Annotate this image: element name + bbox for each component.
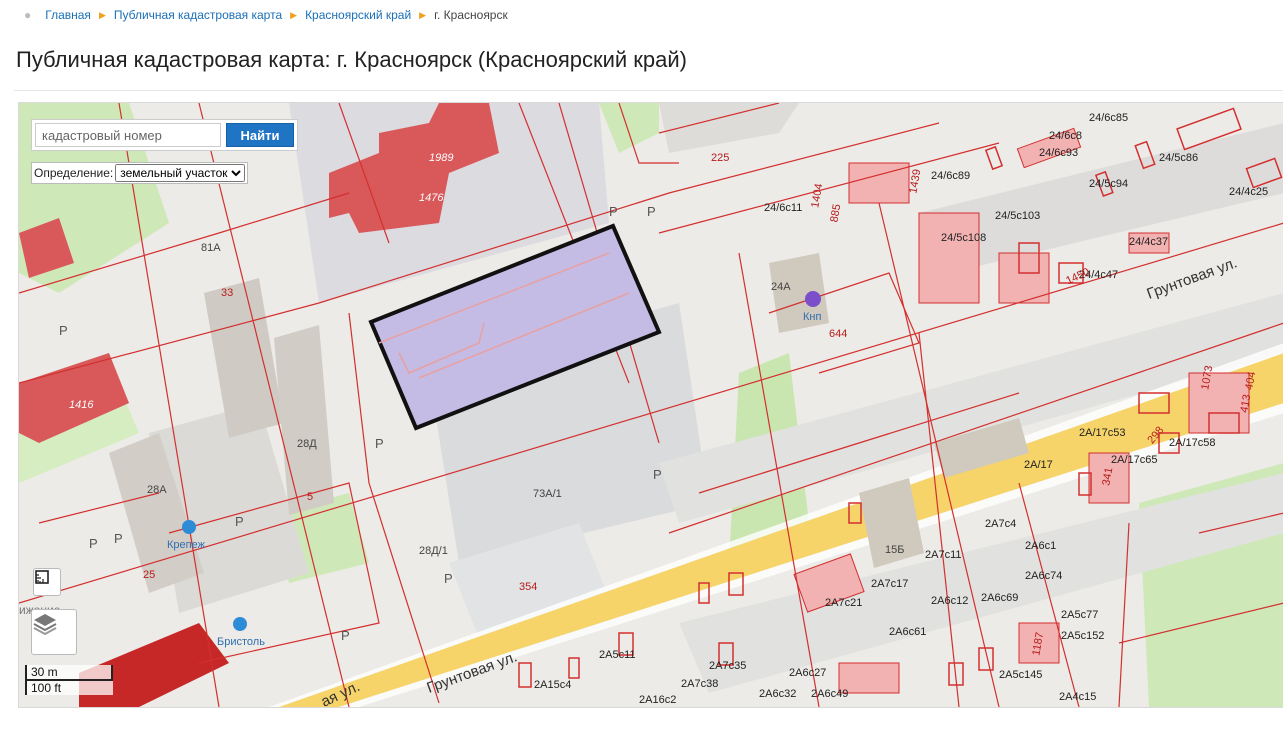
find-button[interactable]: Найти: [226, 123, 294, 147]
parcel-24a: 24А: [771, 281, 791, 293]
parcel-2a5c152: 2А5с152: [1061, 630, 1104, 642]
parcel-2a7c11: 2А7с11: [925, 549, 962, 561]
svg-text:P: P: [375, 436, 384, 451]
title-divider: [14, 90, 1283, 91]
parcel-28d1: 28Д/1: [419, 545, 448, 557]
breadcrumb-current: г. Красноярск: [434, 8, 508, 22]
parcel-2a7c38: 2А7с38: [681, 678, 718, 690]
parcel-24-6c85: 24/6с85: [1089, 112, 1128, 124]
parcel-354: 354: [519, 581, 537, 593]
layers-icon: [33, 614, 57, 636]
parcel-2a6c74: 2А6с74: [1025, 570, 1062, 582]
parcel-24-4c37: 24/4с37: [1129, 236, 1168, 248]
poi-label: Бристоль: [217, 636, 265, 648]
poi-label: Крепеж: [167, 539, 206, 551]
svg-text:P: P: [341, 628, 350, 643]
map-canvas[interactable]: P P P P P P P P P P 1989 1476 1416 81А 3…: [19, 103, 1283, 707]
svg-text:P: P: [235, 514, 244, 529]
parcel-2a6c32: 2А6с32: [759, 688, 796, 700]
parcel-2a6c49: 2А6с49: [811, 688, 848, 700]
parcel-2a17c53: 2А/17с53: [1079, 427, 1125, 439]
scale-metric: 30 m: [25, 665, 113, 681]
breadcrumb-public-map[interactable]: Публичная кадастровая карта: [114, 8, 282, 22]
parcel-2a17: 2А/17: [1024, 459, 1053, 471]
parcel-2a5c145: 2А5с145: [999, 669, 1042, 681]
parcel-5: 5: [307, 491, 313, 503]
parcel-2a5c77: 2А5с77: [1061, 609, 1098, 621]
svg-text:P: P: [609, 204, 618, 219]
parcel-33: 33: [221, 287, 233, 299]
map-pin-icon: ●: [24, 8, 32, 22]
layers-button[interactable]: [31, 609, 77, 655]
parcel-1476: 1476: [419, 192, 444, 204]
parcel-24-5c108: 24/5с108: [941, 232, 986, 244]
svg-text:P: P: [647, 204, 656, 219]
breadcrumb: ● Главная ▶ Публичная кадастровая карта …: [24, 8, 508, 22]
parcel-24-6c93: 24/6с93: [1039, 147, 1078, 159]
parcel-24-6c11: 24/6с11: [764, 202, 802, 214]
parcel-24-6c89: 24/6с89: [931, 170, 970, 182]
parcel-81a: 81А: [201, 242, 221, 254]
definition-label: Определение:: [34, 166, 114, 180]
scale-imperial: 100 ft: [25, 681, 93, 695]
search-bar: Найти: [31, 119, 298, 151]
svg-text:P: P: [444, 571, 453, 586]
parcel-2a17c58: 2А/17с58: [1169, 437, 1215, 449]
parcel-24-5c103: 24/5с103: [995, 210, 1040, 222]
parcel-25: 25: [143, 569, 155, 581]
parcel-28a: 28А: [147, 484, 167, 496]
svg-text:P: P: [653, 467, 662, 482]
breadcrumb-arrow-icon: ▶: [290, 9, 298, 20]
parcel-2a16c2: 2А16с2: [639, 694, 676, 706]
parcel-2a4c15: 2А4с15: [1059, 691, 1096, 703]
parcel-28d: 28Д: [297, 438, 317, 450]
breadcrumb-home[interactable]: Главная: [45, 8, 91, 22]
parcel-73a1: 73А/1: [533, 488, 562, 500]
parcel-2a6c27: 2А6с27: [789, 667, 826, 679]
parcel-2a7c35: 2А7с35: [709, 660, 746, 672]
parcel-24-5c94: 24/5с94: [1089, 178, 1128, 190]
parcel-24-4c25: 24/4с25: [1229, 186, 1268, 198]
cadastral-number-input[interactable]: [35, 123, 221, 147]
parcel-1989: 1989: [429, 152, 453, 164]
parcel-2a7c17: 2А7с17: [871, 578, 908, 590]
measure-button[interactable]: [33, 568, 61, 596]
parcel-2a15c4: 2А15с4: [534, 679, 571, 691]
parcel-644: 644: [829, 328, 847, 340]
parcel-2a6c61: 2А6с61: [889, 626, 926, 638]
breadcrumb-arrow-icon: ▶: [419, 9, 427, 20]
page-title: Публичная кадастровая карта: г. Краснояр…: [16, 47, 688, 72]
map-scale: 30 m 100 ft: [25, 665, 113, 695]
poi-label: Кнп: [803, 311, 821, 323]
shop-icon: [233, 617, 247, 631]
cadastral-map[interactable]: P P P P P P P P P P 1989 1476 1416 81А 3…: [18, 102, 1283, 708]
parcel-24-5c86: 24/5с86: [1159, 152, 1198, 164]
parcel-2a6c12: 2А6с12: [931, 595, 968, 607]
parcel-2a7c4: 2А7с4: [985, 518, 1016, 530]
parcel-2a5c11: 2А5с11: [599, 649, 636, 661]
parcel-24-6c8: 24/6с8: [1049, 130, 1082, 142]
parcel-2a6c69: 2А6с69: [981, 592, 1018, 604]
definition-selector: Определение: земельный участок: [31, 162, 249, 184]
parcel-15b: 15Б: [885, 544, 904, 556]
parcel-2a7c21: 2А7с21: [825, 597, 862, 609]
svg-text:P: P: [59, 323, 68, 338]
definition-select[interactable]: земельный участок: [115, 164, 246, 182]
svg-text:P: P: [89, 536, 98, 551]
svg-text:P: P: [114, 531, 123, 546]
ruler-icon: [35, 570, 49, 584]
parcel-225: 225: [711, 152, 729, 164]
parcel-2a6c1: 2А6с1: [1025, 540, 1056, 552]
parcel-1416: 1416: [69, 399, 94, 411]
parking-icon: [805, 291, 821, 307]
breadcrumb-arrow-icon: ▶: [98, 9, 106, 20]
breadcrumb-region[interactable]: Красноярский край: [305, 8, 411, 22]
shop-icon: [182, 520, 196, 534]
parcel-2a17c65: 2А/17с65: [1111, 454, 1157, 466]
